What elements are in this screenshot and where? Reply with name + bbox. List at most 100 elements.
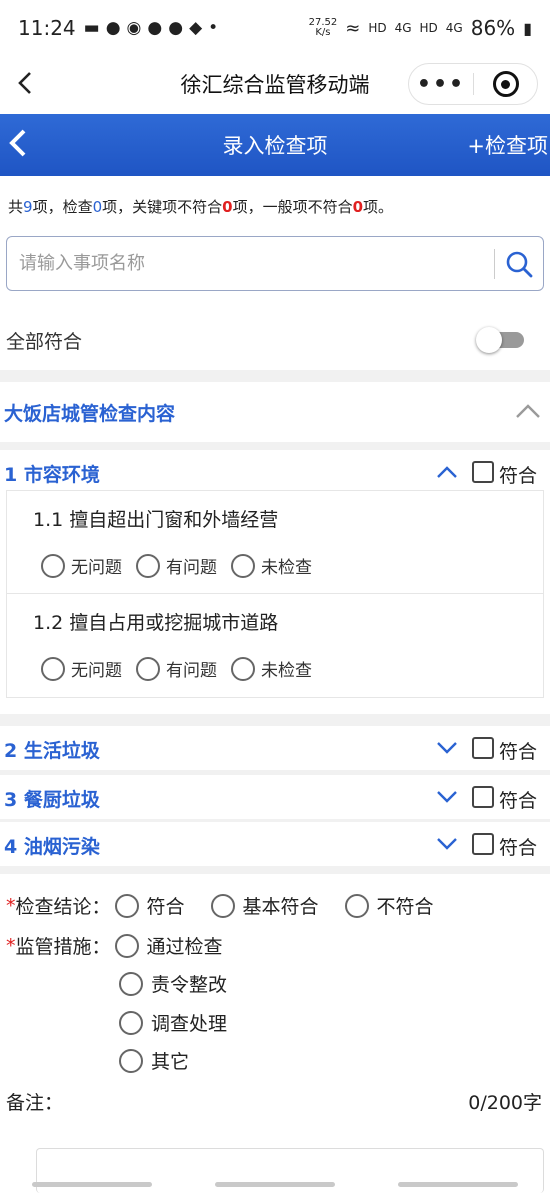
conform-checkbox[interactable] [472,461,494,483]
miniprogram-title: 徐汇综合监管移动端 [180,73,370,97]
page-title: 录入检查项 [222,134,328,158]
battery-level: 86% [470,16,516,40]
all-conform-label: 全部符合 [6,330,83,353]
option-has-problem[interactable]: 有问题 [136,553,217,578]
conclusion-row: * 检查结论： 符合 基本符合 不符合 [6,892,434,919]
category-row[interactable]: 3 餐厨垃圾 符合 [0,775,550,819]
close-button[interactable] [474,71,537,97]
search-input[interactable] [7,243,494,284]
remark-char-count: 0/200字 [468,1092,542,1114]
total-count: 9 [23,198,33,216]
item-options: 无问题 有问题 未检查 [41,656,312,681]
option-no-problem[interactable]: 无问题 [41,553,122,578]
miniprogram-header: 徐汇综合监管移动端 ••• [0,56,550,112]
search-button[interactable] [495,240,543,288]
measure-row: 其它 [119,1047,189,1074]
key-fail-count: 0 [222,198,233,216]
conform-checkbox[interactable] [472,737,494,759]
category-name: 3 餐厨垃圾 [4,789,100,811]
conform-label: 符合 [499,465,538,487]
section-title: 大饭店城管检查内容 [4,403,176,425]
chevron-down-icon [437,838,457,850]
chevron-down-icon [437,742,457,754]
search-icon [506,251,533,277]
measures-label: 监管措施： [15,936,111,958]
battery-icon: ▮ [523,18,532,38]
remark-label: 备注： [6,1092,64,1114]
search-box [6,236,544,291]
required-mark: * [6,934,16,957]
option-not-checked[interactable]: 未检查 [231,553,312,578]
system-nav-bar [0,1176,550,1193]
item-options: 无问题 有问题 未检查 [41,553,312,578]
chevron-down-icon [437,791,457,803]
status-time: 11:24 [18,16,76,40]
net-speed: 27.52 K/s [308,17,338,38]
section-header[interactable]: 大饭店城管检查内容 [0,382,550,442]
status-bar: 11:24 ▬ ● ◉ ● ● ◆ • 27.52 K/s ≈ HD 4G HD … [0,0,550,56]
measure-pass[interactable]: 通过检查 [114,932,223,959]
conform-checkbox[interactable] [472,786,494,808]
divider [0,714,550,726]
measures-row: * 监管措施： 通过检查 [6,932,223,959]
hd-badge: HD [368,21,387,35]
option-no-problem[interactable]: 无问题 [41,656,122,681]
list-item: 1.1 擅自超出门窗和外墙经营 无问题 有问题 未检查 [7,491,543,594]
nav-handle [398,1182,519,1187]
qq-icon: ● [147,18,163,38]
app-icon: ◆ [189,18,203,38]
divider [0,866,550,874]
chevron-up-icon [516,404,540,418]
category-row[interactable]: 2 生活垃圾 符合 [0,726,550,770]
option-not-checked[interactable]: 未检查 [231,656,312,681]
conform-label: 符合 [499,790,538,812]
back-icon[interactable] [12,68,42,98]
conclusion-not-conform[interactable]: 不符合 [344,892,434,919]
measure-row: 调查处理 [119,1009,227,1036]
category-row[interactable]: 4 油烟污染 符合 [0,822,550,866]
list-item: 1.2 擅自占用或挖掘城市道路 无问题 有问题 未检查 [7,594,543,697]
dot-icon: • [208,18,219,38]
conclusion-label: 检查结论： [15,896,111,918]
conform-label: 符合 [499,837,538,859]
conform-label: 符合 [499,741,538,763]
item-title: 1.1 擅自超出门窗和外墙经营 [33,509,279,531]
conform-checkbox[interactable] [472,833,494,855]
divider [0,370,550,382]
category-name: 4 油烟污染 [4,836,100,858]
page-back-icon[interactable] [6,126,30,166]
checked-count: 0 [92,198,103,216]
category-row[interactable]: 1 市容环境 符合 [0,450,550,494]
nav-handle [214,1182,335,1187]
add-check-item-button[interactable]: +检查项 [467,130,548,160]
measure-rectify[interactable]: 责令整改 [119,970,227,997]
all-conform-toggle[interactable] [476,327,526,353]
signal-icon: 4G [445,21,463,35]
qq-icon: ● [168,18,184,38]
item-title: 1.2 擅自占用或挖掘城市道路 [33,612,279,634]
all-conform-row: 全部符合 [6,322,526,358]
measure-other[interactable]: 其它 [119,1047,189,1074]
category-name: 2 生活垃圾 [4,740,100,762]
capsule-menu: ••• [408,63,538,105]
divider [0,442,550,450]
message-icon: ▬ [83,18,100,38]
measure-investigate[interactable]: 调查处理 [119,1009,227,1036]
close-target-icon [492,71,519,97]
more-button[interactable]: ••• [409,72,473,97]
notification-icons: ▬ ● ◉ ● ● ◆ • [84,18,219,38]
required-mark: * [6,894,16,917]
measure-row: 责令整改 [119,970,227,997]
page-header: 录入检查项 +检查项 [0,114,550,176]
conclusion-conform[interactable]: 符合 [114,892,185,919]
signal-icon: 4G [394,21,412,35]
conclusion-basic-conform[interactable]: 基本符合 [210,892,319,919]
qq-icon: ● [105,18,121,38]
nav-handle [31,1182,152,1187]
wifi-icon: ≈ [345,17,361,39]
wechat-icon: ◉ [126,18,142,38]
chevron-up-icon [437,466,457,478]
general-fail-count: 0 [352,198,364,216]
summary-text: 共9项，检查0项，关键项不符合0项，一般项不符合0项。 [8,198,394,216]
option-has-problem[interactable]: 有问题 [136,656,217,681]
